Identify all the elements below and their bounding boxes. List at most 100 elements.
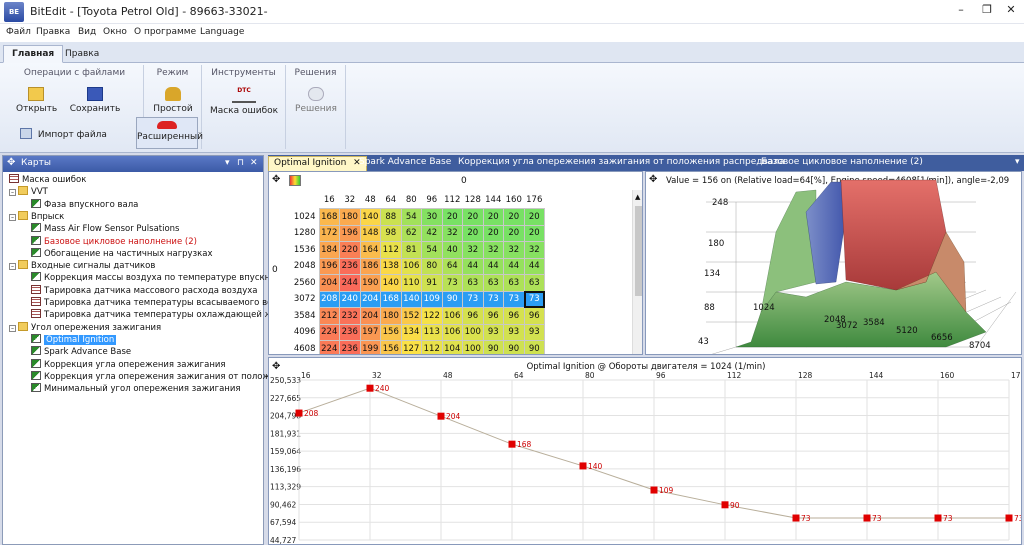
table-cell[interactable]: 112 <box>421 340 443 354</box>
tree-item[interactable]: Обогащение на частичных нагрузках <box>31 247 212 260</box>
menu-edit[interactable]: Правка <box>36 27 70 37</box>
solutions-button[interactable]: Решения <box>290 87 342 114</box>
tree-item[interactable]: Коррекция массы воздуха по температуре в… <box>31 272 285 284</box>
dtc-mask-button[interactable]: DTC Маска ошибок <box>208 87 280 116</box>
tree-item[interactable]: Тарировка датчика температуры охлаждающе… <box>31 309 289 321</box>
table-cell[interactable]: 212 <box>318 307 340 325</box>
table-cell[interactable]: 186 <box>359 257 381 275</box>
table-cell[interactable]: 168 <box>380 290 402 308</box>
table-cell[interactable]: 73 <box>441 274 463 292</box>
table-cell[interactable]: 140 <box>400 290 422 308</box>
table-cell[interactable]: 20 <box>523 224 545 242</box>
table-cell[interactable]: 42 <box>421 224 443 242</box>
table-cell[interactable]: 204 <box>359 307 381 325</box>
table-cell[interactable]: 90 <box>523 340 545 354</box>
section-chart[interactable]: Optimal Ignition @ Обороты двигателя = 1… <box>269 358 1022 545</box>
menu-language[interactable]: Language <box>200 27 244 37</box>
close-panel-icon[interactable]: ✕ <box>250 158 258 168</box>
color-scheme-icon[interactable] <box>289 175 301 186</box>
table-cell[interactable]: 104 <box>441 340 463 354</box>
table-cell[interactable]: 156 <box>380 323 402 341</box>
table-cell[interactable]: 93 <box>523 323 545 341</box>
table-cell[interactable]: 197 <box>359 323 381 341</box>
minimize-button[interactable]: – <box>952 3 970 19</box>
table-cell[interactable]: 140 <box>380 274 402 292</box>
collapse-icon[interactable]: – <box>9 324 16 332</box>
table-cell[interactable]: 20 <box>503 224 525 242</box>
table-cell[interactable]: 152 <box>400 307 422 325</box>
table-cell[interactable]: 106 <box>400 257 422 275</box>
data-point[interactable] <box>366 384 374 392</box>
table-cell[interactable]: 81 <box>400 241 422 259</box>
table-cell[interactable]: 73 <box>503 290 525 308</box>
data-point[interactable] <box>579 462 587 470</box>
table-cell[interactable]: 96 <box>482 307 504 325</box>
table-cell[interactable]: 196 <box>318 257 340 275</box>
tree-item[interactable]: – Входные сигналы датчиков <box>9 260 155 272</box>
table-cell[interactable]: 93 <box>482 323 504 341</box>
table-cell[interactable]: 106 <box>441 323 463 341</box>
tree-item[interactable]: Коррекция угла опережения зажигания <box>31 358 226 371</box>
table-cell[interactable]: 98 <box>380 224 402 242</box>
surface-plot[interactable]: 248 180 134 88 43 1024 2048 3072 3584 51… <box>646 172 1022 355</box>
tab-base-cyclic-filling[interactable]: Базовое цикловое наполнение (2) <box>756 156 928 171</box>
table-cell[interactable]: 112 <box>380 241 402 259</box>
menu-window[interactable]: Окно <box>103 27 127 37</box>
tab-spark-advance-base[interactable]: Spark Advance Base <box>354 156 456 171</box>
data-point[interactable] <box>792 514 800 522</box>
table-cell[interactable]: 20 <box>441 208 463 226</box>
table-cell[interactable]: 20 <box>462 208 484 226</box>
data-point[interactable] <box>1005 514 1013 522</box>
table-cell[interactable]: 208 <box>318 290 340 308</box>
table-cell[interactable]: 44 <box>503 257 525 275</box>
scroll-up-icon[interactable]: ▲ <box>635 193 640 201</box>
menu-about[interactable]: О программе <box>134 27 196 37</box>
restore-button[interactable]: ❐ <box>978 3 996 19</box>
data-point[interactable] <box>934 514 942 522</box>
table-cell[interactable]: 20 <box>523 208 545 226</box>
table-cell[interactable]: 122 <box>421 307 443 325</box>
table-cell[interactable]: 180 <box>380 307 402 325</box>
move-handle-icon[interactable]: ✥ <box>272 174 280 185</box>
table-cell[interactable]: 32 <box>503 241 525 259</box>
table-cell[interactable]: 88 <box>380 208 402 226</box>
tab-edit[interactable]: Правка <box>56 45 108 63</box>
table-cell[interactable]: 93 <box>503 323 525 341</box>
tab-home[interactable]: Главная <box>3 45 64 63</box>
table-cell[interactable]: 73 <box>482 290 504 308</box>
table-cell[interactable]: 106 <box>441 307 463 325</box>
data-point[interactable] <box>650 486 658 494</box>
move-handle-icon[interactable]: ✥ <box>7 157 15 168</box>
table-cell[interactable]: 148 <box>359 224 381 242</box>
tree-item[interactable]: Тарировка датчика температуры всасываемо… <box>31 297 283 309</box>
tree-item[interactable]: Базовое цикловое наполнение (2) <box>31 235 197 248</box>
table-cell[interactable]: 236 <box>339 340 361 354</box>
table-cell[interactable]: 172 <box>318 224 340 242</box>
table-cell[interactable]: 204 <box>318 274 340 292</box>
table-cell[interactable]: 20 <box>462 224 484 242</box>
table-cell[interactable]: 32 <box>441 224 463 242</box>
tree-item[interactable]: Минимальный угол опережения зажигания <box>31 383 241 395</box>
table-cell[interactable]: 109 <box>421 290 443 308</box>
open-button[interactable]: Открыть <box>16 87 57 114</box>
table-cell[interactable]: 63 <box>523 274 545 292</box>
close-button[interactable]: ✕ <box>1002 3 1020 19</box>
table-cell[interactable]: 30 <box>421 208 443 226</box>
table-cell[interactable]: 127 <box>400 340 422 354</box>
tree-item[interactable]: Mass Air Flow Sensor Pulsations <box>31 223 180 235</box>
table-cell[interactable]: 156 <box>380 340 402 354</box>
tree-item[interactable]: Spark Advance Base <box>31 346 131 358</box>
table-cell[interactable]: 220 <box>339 241 361 259</box>
table-cell[interactable]: 90 <box>482 340 504 354</box>
table-cell[interactable]: 54 <box>400 208 422 226</box>
collapse-icon[interactable]: – <box>9 189 16 197</box>
table-cell[interactable]: 63 <box>503 274 525 292</box>
table-cell[interactable]: 73 <box>523 290 545 308</box>
menu-file[interactable]: Файл <box>6 27 31 37</box>
table-cell[interactable]: 96 <box>523 307 545 325</box>
table-cell[interactable]: 64 <box>441 257 463 275</box>
table-cell[interactable]: 190 <box>359 274 381 292</box>
data-point[interactable] <box>863 514 871 522</box>
table-cell[interactable]: 44 <box>523 257 545 275</box>
table-cell[interactable]: 73 <box>462 290 484 308</box>
